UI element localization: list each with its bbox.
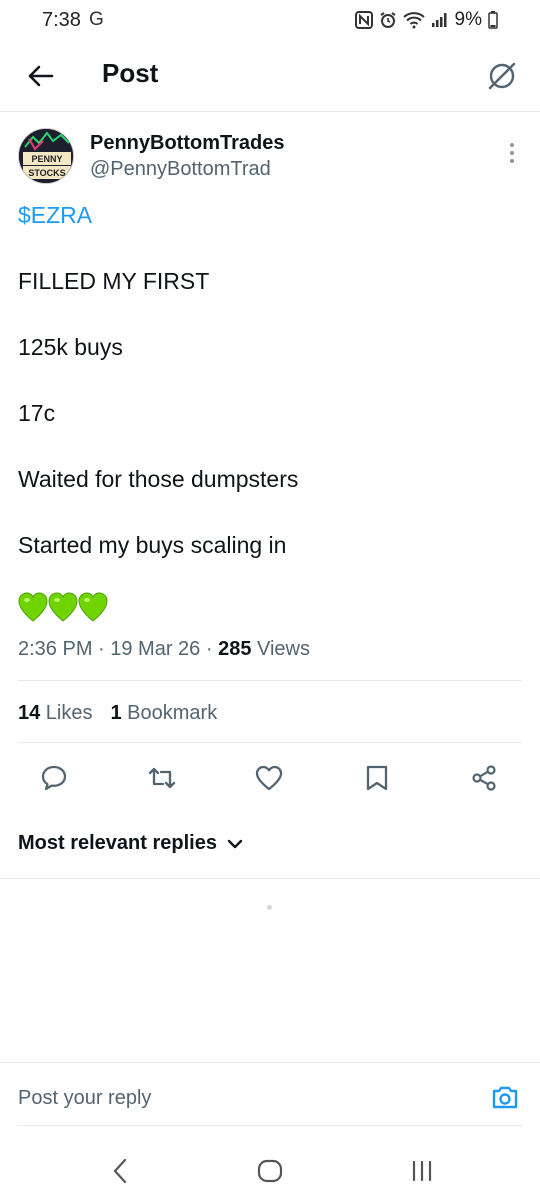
top-app-bar: Post: [0, 42, 540, 112]
status-icons: 9%: [354, 9, 498, 31]
bookmark-button[interactable]: [359, 760, 395, 796]
post-timestamp[interactable]: 2:36 PM · 19 Mar 26 ·: [18, 638, 218, 660]
back-button[interactable]: [22, 58, 58, 94]
status-bar: 7:38 G 9%: [0, 0, 540, 42]
chevron-down-icon: [227, 839, 243, 848]
reply-underline: [18, 1125, 522, 1126]
bookmarks-stat[interactable]: 1 Bookmark: [111, 702, 218, 725]
post-meta: 2:36 PM · 19 Mar 26 · 285 Views: [18, 638, 310, 661]
more-dot-icon: [510, 159, 514, 163]
loading-indicator: [267, 905, 272, 910]
alarm-icon: [379, 11, 397, 29]
more-options-button[interactable]: [500, 138, 524, 168]
post-text-line: 17c: [18, 400, 56, 426]
avatar-image: PENNY STOCKS: [19, 129, 73, 183]
grok-button[interactable]: [482, 56, 522, 96]
reply-icon: [41, 765, 67, 791]
likes-stat[interactable]: 14 Likes: [18, 702, 93, 725]
status-time: 7:38: [42, 9, 81, 31]
recents-icon: [412, 1160, 432, 1182]
nav-recents-button[interactable]: [402, 1154, 442, 1188]
cashtag-link[interactable]: $EZRA: [18, 202, 92, 229]
views-label: Views: [251, 638, 310, 660]
share-icon: [472, 765, 496, 791]
author-display-name[interactable]: PennyBottomTrades: [90, 132, 284, 155]
likes-count: 14: [18, 702, 41, 724]
divider: [18, 742, 522, 743]
avatar[interactable]: PENNY STOCKS: [18, 128, 74, 184]
share-button[interactable]: [466, 760, 502, 796]
system-nav-bar: [0, 1140, 540, 1200]
bookmarks-count: 1: [110, 702, 122, 724]
repost-button[interactable]: [144, 760, 180, 796]
post-text-line: FILLED MY FIRST: [18, 268, 210, 294]
post-text-line: Started my buys scaling in: [18, 532, 287, 558]
battery-icon: [488, 11, 498, 29]
replies-sort-label: Most relevant replies: [18, 832, 217, 854]
green-hearts-emoji: [18, 592, 108, 624]
arrow-left-icon: [28, 65, 54, 87]
home-icon: [257, 1159, 283, 1183]
camera-icon: [492, 1086, 518, 1109]
avatar-text-top: PENNY: [31, 154, 62, 164]
avatar-text-bottom: STOCKS: [28, 168, 65, 178]
likes-label: Likes: [40, 702, 93, 724]
reply-button[interactable]: [36, 760, 72, 796]
views-count: 285: [218, 638, 252, 660]
post-text-line: Waited for those dumpsters: [18, 466, 299, 492]
author-handle[interactable]: @PennyBottomTrad: [90, 158, 271, 181]
nfc-icon: [354, 11, 373, 29]
reply-input[interactable]: Post your reply: [18, 1087, 151, 1110]
nav-home-button[interactable]: [250, 1154, 290, 1188]
replies-sort-dropdown[interactable]: Most relevant replies: [18, 832, 243, 855]
repost-icon: [148, 767, 176, 789]
nav-back-button[interactable]: [100, 1154, 140, 1188]
screen: 7:38 G 9% Post PENNY STOCKS PennyBottomT…: [0, 0, 540, 1200]
bookmarks-label: Bookmark: [121, 702, 218, 724]
bookmark-icon: [366, 765, 388, 791]
camera-button[interactable]: [490, 1083, 520, 1111]
battery-percent: 9%: [454, 9, 482, 30]
like-button[interactable]: [251, 760, 287, 796]
engagement-stats: 14 Likes 1 Bookmark: [18, 702, 217, 725]
post-text-line: 125k buys: [18, 334, 123, 360]
more-dot-icon: [510, 143, 514, 147]
carrier-icon: G: [89, 9, 104, 30]
signal-icon: [431, 12, 449, 28]
chevron-left-icon: [113, 1158, 127, 1184]
page-title: Post: [102, 58, 159, 88]
divider: [18, 680, 522, 681]
green-heart-icon: [18, 592, 48, 622]
reply-composer: Post your reply: [0, 1062, 540, 1126]
heart-icon: [255, 765, 283, 791]
action-bar: [0, 760, 540, 796]
wifi-icon: [402, 11, 425, 29]
more-dot-icon: [510, 151, 514, 155]
divider: [0, 878, 540, 879]
grok-icon: [488, 62, 516, 90]
